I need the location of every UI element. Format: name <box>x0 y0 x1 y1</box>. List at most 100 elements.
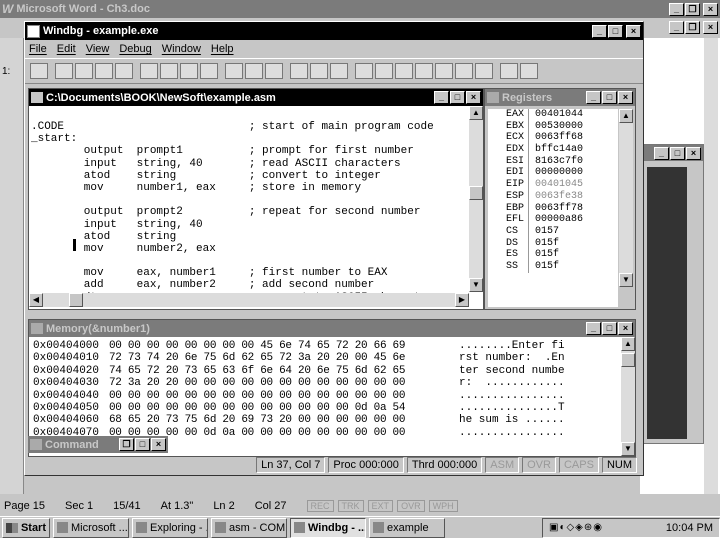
taskbar-task-1[interactable]: Exploring - ... <box>132 517 208 538</box>
taskbar-task-4[interactable]: example <box>369 517 445 538</box>
mem-scroll-up-icon[interactable]: ▲ <box>621 337 635 351</box>
reg-scroll-up-icon[interactable]: ▲ <box>619 109 633 123</box>
scroll-right-icon[interactable]: ▶ <box>455 293 469 307</box>
memory-row: 0x00404000 00 00 00 00 00 00 00 00 45 6e … <box>33 340 613 352</box>
register-row[interactable]: EBP 0063ff78 <box>488 202 618 215</box>
go-icon[interactable] <box>245 63 263 79</box>
cmd-icon[interactable] <box>435 63 453 79</box>
inner-close-button[interactable]: × <box>686 146 701 160</box>
options-icon[interactable] <box>455 63 473 79</box>
source-icon[interactable] <box>500 63 518 79</box>
scroll-down-icon[interactable]: ▼ <box>469 278 483 292</box>
locals-icon[interactable] <box>330 63 348 79</box>
inner-maximize-button[interactable]: □ <box>670 146 685 160</box>
word-minimize-button[interactable]: _ <box>669 2 684 16</box>
reg-scroll-down-icon[interactable]: ▼ <box>619 273 633 287</box>
register-row[interactable]: EDX bffc14a0 <box>488 144 618 156</box>
register-row[interactable]: SS 015f <box>488 260 618 273</box>
menu-file[interactable]: File <box>29 43 47 55</box>
save-icon[interactable] <box>55 63 73 79</box>
command-close-button[interactable]: × <box>151 438 166 451</box>
source-vertical-scrollbar[interactable]: ▲ ▼ <box>469 106 483 292</box>
command-restore-button[interactable]: ❐ <box>119 438 134 451</box>
step-into-icon[interactable] <box>140 63 158 79</box>
scroll-thumb[interactable] <box>469 186 483 200</box>
menu-window[interactable]: Window <box>162 43 201 55</box>
register-row[interactable]: EDI 00000000 <box>488 167 618 180</box>
taskbar-task-3[interactable]: Windbg - ... <box>290 517 366 538</box>
source-code-area[interactable]: .CODE ; start of main program code _start… <box>31 121 465 293</box>
memory-minimize-button[interactable]: _ <box>586 322 601 335</box>
source-maximize-button[interactable]: □ <box>450 91 465 104</box>
register-row[interactable]: EBX 00530000 <box>488 120 618 133</box>
run-to-icon[interactable] <box>180 63 198 79</box>
break-icon[interactable] <box>200 63 218 79</box>
inner-minimize-button[interactable]: _ <box>654 146 669 160</box>
register-row[interactable]: EFL 00000a86 <box>488 214 618 226</box>
mem-scroll-thumb[interactable] <box>621 353 635 367</box>
memory-close-button[interactable]: × <box>618 322 633 335</box>
mem-scroll-down-icon[interactable]: ▼ <box>621 442 635 456</box>
word-doc-minimize-button[interactable]: _ <box>669 21 684 34</box>
registers-maximize-button[interactable]: □ <box>602 91 617 104</box>
word-doc-close-button[interactable]: × <box>703 21 718 34</box>
register-row[interactable]: EAX 00401044 <box>488 109 618 121</box>
command-window-minimized[interactable]: Command ❐ □ × <box>28 436 168 453</box>
word-restore-button[interactable]: ❐ <box>685 2 700 16</box>
hand-icon[interactable] <box>290 63 308 79</box>
register-row[interactable]: DS 015f <box>488 237 618 250</box>
taskbar-tasks: Microsoft ... Exploring - ... asm - COM...… <box>53 517 448 538</box>
paste-icon[interactable] <box>115 63 133 79</box>
taskbar-task-2[interactable]: asm - COM... <box>211 517 287 538</box>
registers-vertical-scrollbar[interactable]: ▲ ▼ <box>619 109 633 287</box>
hscroll-thumb[interactable] <box>69 293 83 307</box>
memory-icon[interactable] <box>375 63 393 79</box>
memory-maximize-button[interactable]: □ <box>602 322 617 335</box>
registers-close-button[interactable]: × <box>618 91 633 104</box>
menu-edit[interactable]: Edit <box>57 43 76 55</box>
scroll-left-icon[interactable]: ◀ <box>29 293 43 307</box>
registers-icon[interactable] <box>355 63 373 79</box>
menu-help[interactable]: Help <box>211 43 234 55</box>
register-row[interactable]: ES 015f <box>488 249 618 261</box>
word-vertical-scrollbar[interactable] <box>704 38 718 494</box>
memory-bytes: 00 00 00 00 00 00 00 00 00 00 00 00 00 0… <box>109 401 406 414</box>
word-close-button[interactable]: × <box>703 2 718 16</box>
register-row[interactable]: ESP 0063fe38 <box>488 190 618 203</box>
word-doc-restore-button[interactable]: ❐ <box>685 21 700 34</box>
command-maximize-button[interactable]: □ <box>135 438 150 451</box>
copy-icon[interactable] <box>95 63 113 79</box>
start-button[interactable]: Start <box>2 517 50 538</box>
watch-icon[interactable] <box>310 63 328 79</box>
memory-vertical-scrollbar[interactable]: ▲ ▼ <box>621 337 635 456</box>
scroll-up-icon[interactable]: ▲ <box>469 106 483 120</box>
register-row[interactable]: CS 0157 <box>488 225 618 238</box>
hex-icon[interactable] <box>475 63 493 79</box>
open-icon[interactable] <box>30 63 48 79</box>
registers-minimize-button[interactable]: _ <box>586 91 601 104</box>
disasm-icon[interactable] <box>415 63 433 79</box>
taskbar-task-0[interactable]: Microsoft ... <box>53 517 129 538</box>
windbg-minimize-button[interactable]: _ <box>592 24 607 38</box>
register-row[interactable]: EIP 00401045 <box>488 179 618 191</box>
registers-list[interactable]: EAX 00401044 EBX 00530000 ECX 0063ff68 EDX bffc… <box>488 109 618 307</box>
register-name: EDI <box>506 167 525 179</box>
register-row[interactable]: ESI 8163c7f0 <box>488 155 618 168</box>
step-over-icon[interactable] <box>160 63 178 79</box>
menu-view[interactable]: View <box>86 43 110 55</box>
register-row[interactable]: ECX 0063ff68 <box>488 132 618 145</box>
call-stack-icon[interactable] <box>395 63 413 79</box>
windbg-close-button[interactable]: × <box>626 24 641 38</box>
windbg-status-0: Ln 37, Col 7 <box>256 457 326 473</box>
source-horizontal-scrollbar[interactable]: ◀ ▶ <box>29 293 469 307</box>
menu-debug[interactable]: Debug <box>119 43 151 55</box>
cut-icon[interactable] <box>75 63 93 79</box>
source-close-button[interactable]: × <box>466 91 481 104</box>
source-window-title: C:\Documents\BOOK\NewSoft\example.asm <box>46 91 276 104</box>
restart-icon[interactable] <box>225 63 243 79</box>
windbg-maximize-button[interactable]: □ <box>608 24 623 38</box>
font-icon[interactable] <box>520 63 538 79</box>
source-minimize-button[interactable]: _ <box>434 91 449 104</box>
stop-icon[interactable] <box>265 63 283 79</box>
tray-icons[interactable]: ▣◐◇◈⊛◉ <box>549 522 603 533</box>
